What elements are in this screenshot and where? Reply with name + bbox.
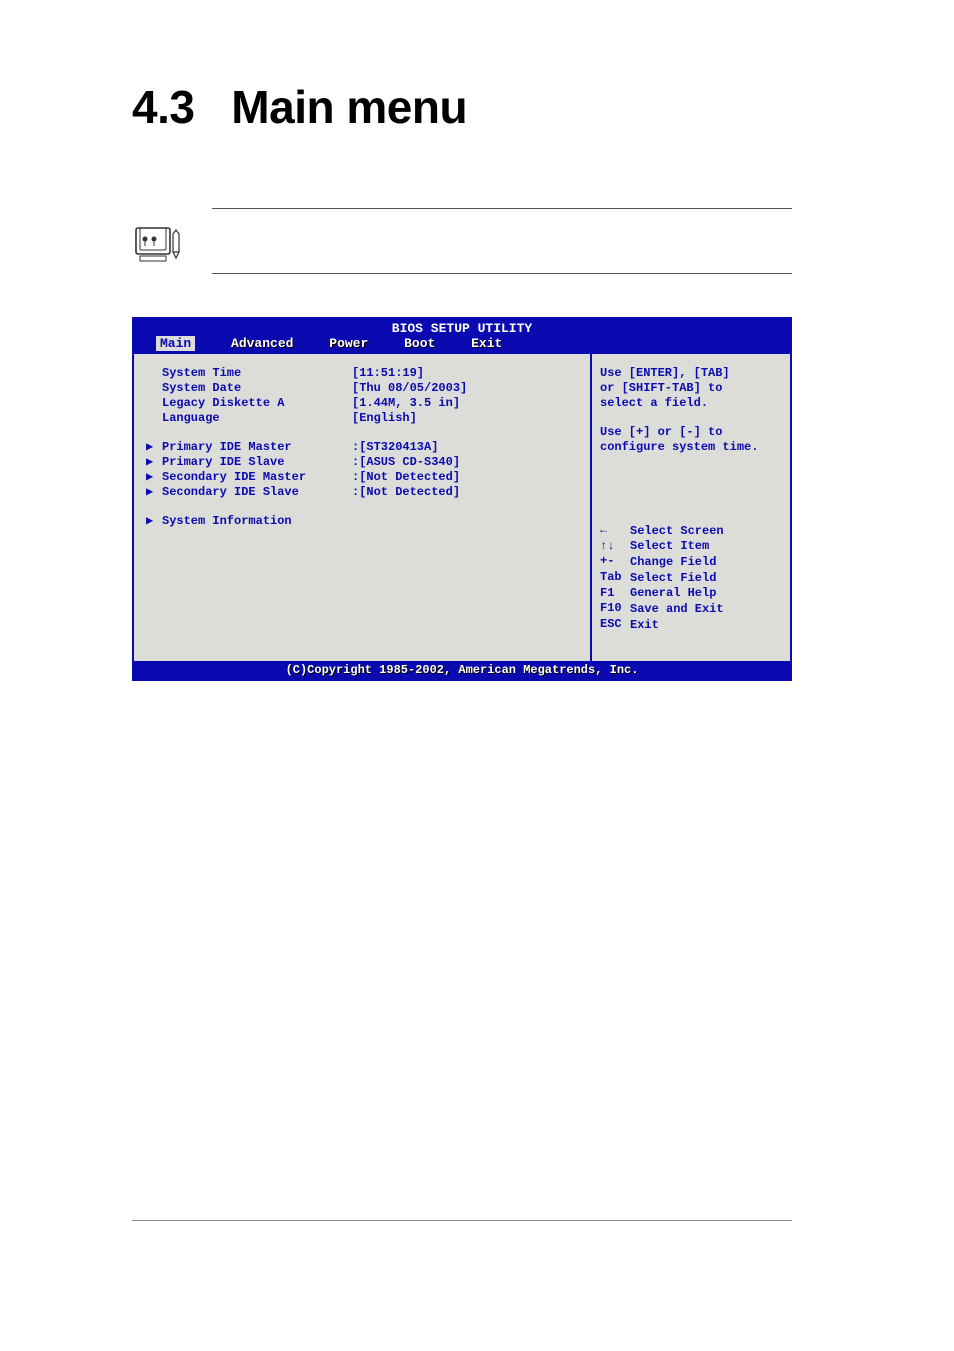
nav-text: Change Field: [630, 555, 716, 570]
tab-boot[interactable]: Boot: [404, 336, 435, 351]
tab-exit[interactable]: Exit: [471, 336, 502, 351]
nav-text: Exit: [630, 618, 659, 633]
help-text: configure system time.: [600, 440, 782, 455]
field-language[interactable]: Language[English]: [146, 411, 582, 426]
field-value: [11:51:19]: [352, 366, 424, 381]
submenu-value: :[ST320413A]: [352, 440, 438, 455]
key-label: F10: [600, 601, 630, 616]
key-label: F1: [600, 586, 630, 601]
note-icon: [132, 226, 190, 274]
submenu-label: Primary IDE Slave: [162, 455, 352, 470]
tab-power[interactable]: Power: [329, 336, 368, 351]
nav-hint: TabSelect Field: [600, 570, 782, 586]
triangle-right-icon: ▶: [146, 470, 162, 485]
bios-tab-bar: Main Advanced Power Boot Exit: [134, 336, 790, 354]
arrows-ud-icon: ↑↓: [600, 539, 630, 554]
divider: [132, 1220, 792, 1221]
submenu-primary-slave[interactable]: ▶Primary IDE Slave:[ASUS CD-S340]: [146, 455, 582, 470]
nav-text: Save and Exit: [630, 602, 724, 617]
triangle-right-icon: ▶: [146, 455, 162, 470]
key-label: +-: [600, 554, 630, 569]
field-label: Legacy Diskette A: [162, 396, 352, 411]
submenu-system-info[interactable]: ▶System Information: [146, 514, 582, 529]
nav-text: General Help: [630, 586, 716, 601]
submenu-value: :[ASUS CD-S340]: [352, 455, 460, 470]
field-system-date[interactable]: System Date[Thu 08/05/2003]: [146, 381, 582, 396]
field-value: [Thu 08/05/2003]: [352, 381, 467, 396]
nav-hint: ←Select Screen: [600, 523, 782, 539]
nav-text: Select Item: [630, 539, 709, 554]
help-text: Use [+] or [-] to: [600, 425, 782, 440]
nav-hint: ESCExit: [600, 617, 782, 633]
divider: [212, 208, 792, 209]
submenu-secondary-slave[interactable]: ▶Secondary IDE Slave:[Not Detected]: [146, 485, 582, 500]
tab-main[interactable]: Main: [156, 336, 195, 351]
section-number: 4.3: [132, 81, 194, 133]
help-text: Use [ENTER], [TAB]: [600, 366, 782, 381]
field-value: [English]: [352, 411, 417, 426]
field-label: System Time: [162, 366, 352, 381]
key-label: ESC: [600, 617, 630, 632]
triangle-right-icon: ▶: [146, 514, 162, 529]
nav-text: Select Screen: [630, 524, 724, 539]
field-value: [1.44M, 3.5 in]: [352, 396, 460, 411]
bios-body: System Time[11:51:19] System Date[Thu 08…: [134, 354, 790, 661]
nav-hint: F1General Help: [600, 586, 782, 602]
submenu-value: :[Not Detected]: [352, 485, 460, 500]
submenu-label: Secondary IDE Slave: [162, 485, 352, 500]
section-title: Main menu: [231, 81, 467, 133]
field-system-time[interactable]: System Time[11:51:19]: [146, 366, 582, 381]
bios-main-panel: System Time[11:51:19] System Date[Thu 08…: [134, 354, 590, 661]
field-legacy-diskette[interactable]: Legacy Diskette A[1.44M, 3.5 in]: [146, 396, 582, 411]
bios-copyright: (C)Copyright 1985-2002, American Megatre…: [134, 661, 790, 679]
nav-hint: +-Change Field: [600, 554, 782, 570]
help-text: select a field.: [600, 396, 782, 411]
page-heading: 4.3 Main menu: [132, 80, 467, 134]
arrows-lr-icon: ←: [600, 523, 630, 538]
nav-hint: F10Save and Exit: [600, 601, 782, 617]
submenu-secondary-master[interactable]: ▶Secondary IDE Master:[Not Detected]: [146, 470, 582, 485]
nav-hint: ↑↓Select Item: [600, 539, 782, 555]
field-label: System Date: [162, 381, 352, 396]
divider: [212, 273, 792, 274]
bios-help-panel: Use [ENTER], [TAB] or [SHIFT-TAB] to sel…: [590, 354, 790, 661]
nav-text: Select Field: [630, 571, 716, 586]
help-text: or [SHIFT-TAB] to: [600, 381, 782, 396]
bios-title: BIOS SETUP UTILITY: [134, 319, 790, 336]
submenu-primary-master[interactable]: ▶Primary IDE Master:[ST320413A]: [146, 440, 582, 455]
triangle-right-icon: ▶: [146, 485, 162, 500]
bios-screenshot: BIOS SETUP UTILITY Main Advanced Power B…: [132, 317, 792, 681]
submenu-value: :[Not Detected]: [352, 470, 460, 485]
field-label: Language: [162, 411, 352, 426]
key-label: Tab: [600, 570, 630, 585]
submenu-label: Secondary IDE Master: [162, 470, 352, 485]
submenu-label: System Information: [162, 514, 352, 529]
tab-advanced[interactable]: Advanced: [231, 336, 293, 351]
triangle-right-icon: ▶: [146, 440, 162, 455]
submenu-label: Primary IDE Master: [162, 440, 352, 455]
